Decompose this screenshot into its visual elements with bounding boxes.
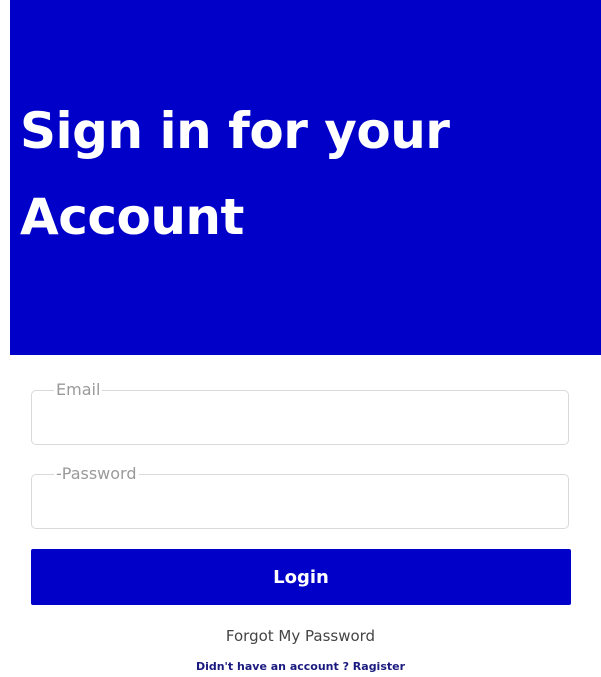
password-input[interactable] (44, 491, 556, 519)
password-field[interactable]: -Password (31, 465, 569, 529)
password-label: -Password (54, 464, 139, 483)
page-title-line-1: Sign in for your (20, 102, 450, 160)
login-button[interactable]: Login (31, 549, 571, 605)
register-link[interactable]: Didn't have an account ? Ragister (0, 660, 601, 673)
email-field[interactable]: Email (31, 381, 569, 445)
email-label: Email (54, 380, 103, 399)
email-input[interactable] (44, 407, 556, 435)
page-title: Sign in for your Account (20, 88, 590, 260)
forgot-password-link[interactable]: Forgot My Password (0, 627, 601, 645)
header-banner: Sign in for your Account (10, 0, 601, 355)
page-title-line-2: Account (20, 188, 244, 246)
